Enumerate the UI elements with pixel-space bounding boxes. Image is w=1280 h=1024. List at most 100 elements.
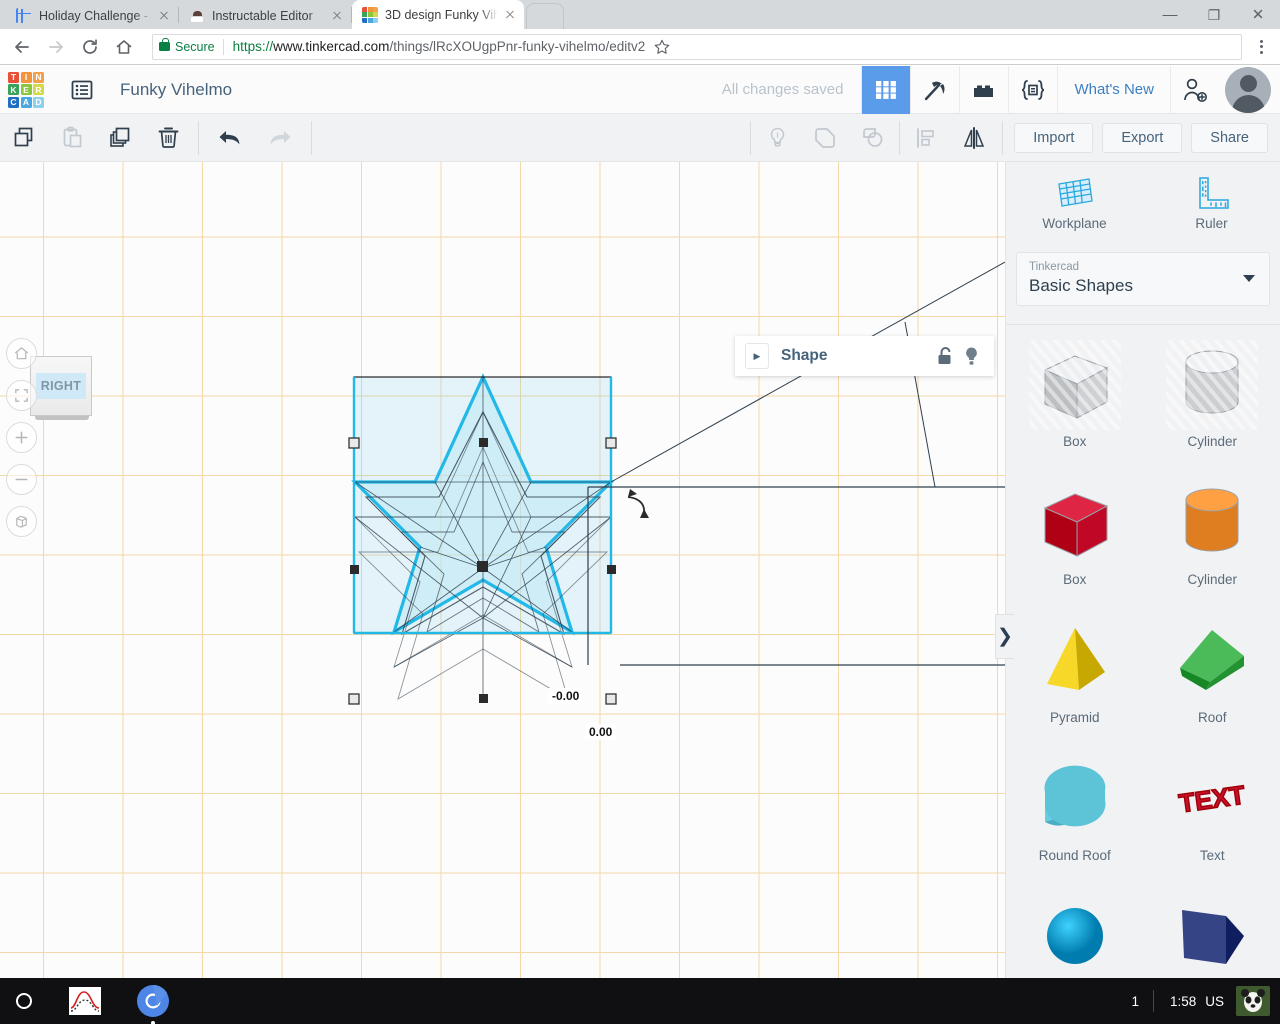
app-toolbar: Import Export Share [0, 114, 1280, 162]
align-button[interactable] [902, 114, 950, 162]
ruler-tool[interactable]: Ruler [1143, 162, 1280, 242]
star-model[interactable] [0, 162, 1005, 978]
export-button[interactable]: Export [1102, 122, 1183, 153]
wedge-art [1182, 909, 1245, 964]
tab-3d-design[interactable] [862, 65, 911, 114]
new-tab-button[interactable] [526, 3, 564, 29]
workplane-tool[interactable]: Workplane [1006, 162, 1143, 242]
design-canvas[interactable]: RIGHT ▶ Shape -0.00 0.00 [0, 162, 1005, 978]
roof-art [1180, 629, 1245, 690]
doc-icon [16, 7, 32, 24]
pyramid-art [1046, 627, 1105, 690]
close-icon[interactable] [329, 8, 345, 24]
redo-button [255, 114, 303, 162]
expand-arrow-icon[interactable]: ▶ [745, 343, 769, 369]
launcher-icon[interactable] [16, 993, 32, 1009]
address-bar[interactable]: Secure https://www.tinkercad.com/things/… [152, 33, 1242, 60]
import-button[interactable]: Import [1014, 122, 1094, 153]
add-user-icon[interactable] [1171, 66, 1219, 114]
minimize-icon[interactable]: — [1148, 0, 1192, 29]
solid-cylinder-icon [1166, 478, 1258, 568]
shape-item-label: Box [1063, 433, 1087, 449]
chrome-icon[interactable] [136, 984, 170, 1024]
home-view-icon[interactable] [6, 338, 37, 369]
home-icon[interactable] [110, 33, 138, 61]
tab-blocks[interactable] [960, 66, 1008, 114]
toolbar-divider [899, 120, 901, 155]
close-icon[interactable] [502, 7, 518, 23]
taskbar-status-area: 1 1:58 US [1117, 986, 1280, 1016]
avatar[interactable] [1225, 66, 1271, 113]
solid-cylinder-art [1185, 488, 1239, 551]
share-button[interactable]: Share [1191, 122, 1268, 153]
tab-title: 3D design Funky Vihelmo [385, 7, 498, 22]
duplicate-button[interactable] [96, 114, 144, 162]
chrome-menu-icon[interactable] [1250, 34, 1272, 60]
project-menu-button[interactable] [58, 66, 106, 114]
browser-tab-3[interactable]: 3D design Funky Vihelmo [352, 0, 524, 29]
input-method[interactable]: US [1205, 994, 1236, 1009]
logo-tile: C [8, 96, 19, 108]
panda-avatar[interactable] [1236, 986, 1270, 1016]
back-arrow-icon[interactable] [8, 33, 36, 61]
zoom-in-icon[interactable] [6, 422, 37, 453]
browser-tab-2[interactable]: Instructable Editor [179, 2, 351, 29]
delete-button[interactable] [144, 114, 192, 162]
shape-item-solid-cylinder[interactable]: Cylinder [1144, 463, 1280, 601]
ungroup-button[interactable] [849, 114, 897, 162]
whats-new-link[interactable]: What's New [1058, 81, 1170, 98]
shape-item-label: Box [1063, 571, 1087, 587]
clock[interactable]: 1:58 [1154, 994, 1205, 1009]
light-button[interactable] [753, 114, 801, 162]
bookmark-star-icon[interactable] [651, 36, 673, 58]
page-title[interactable]: Funky Vihelmo [120, 80, 232, 100]
view-cube[interactable]: RIGHT [30, 356, 92, 420]
tab-minecraft[interactable] [911, 66, 959, 114]
shape-inspector-panel[interactable]: ▶ Shape [735, 336, 994, 376]
close-icon[interactable] [156, 8, 172, 24]
shape-item-text[interactable]: TEXT Text [1144, 739, 1280, 877]
chevron-down-icon [1243, 275, 1255, 282]
shape-item-roof[interactable]: Roof [1144, 601, 1280, 739]
panel-collapse-button[interactable]: ❯ [995, 614, 1014, 659]
shape-item-sphere[interactable]: Sphere [1006, 877, 1144, 978]
url-path: /things/lRcXOUgpPnr-funky-vihelmo/editv2 [389, 39, 646, 54]
shape-panel-title: Shape [781, 347, 828, 364]
notification-count[interactable]: 1 [1117, 994, 1153, 1009]
undo-button[interactable] [207, 114, 255, 162]
group-button[interactable] [801, 114, 849, 162]
shape-item-hole-box[interactable]: Box [1006, 325, 1144, 463]
ortho-view-icon[interactable] [6, 506, 37, 537]
tab-codeblocks[interactable] [1009, 66, 1057, 114]
browser-tab-1[interactable]: Holiday Challenge - Mr. C [6, 2, 178, 29]
graph-app-icon[interactable] [68, 984, 102, 1018]
mirror-button[interactable] [950, 114, 998, 162]
lock-icon [159, 38, 170, 51]
lightbulb-icon[interactable] [958, 343, 984, 369]
maximize-icon[interactable]: ❐ [1192, 0, 1236, 29]
tinkercad-icon [362, 6, 378, 23]
shape-item-round-roof[interactable]: Round Roof [1006, 739, 1144, 877]
reload-icon[interactable] [76, 33, 104, 61]
unlock-icon[interactable] [932, 343, 958, 369]
shape-library-select[interactable]: Tinkercad Basic Shapes [1016, 252, 1270, 306]
ruler-icon [1198, 177, 1229, 209]
close-icon[interactable]: ✕ [1236, 0, 1280, 29]
shape-item-label: Pyramid [1049, 709, 1100, 725]
fit-view-icon[interactable] [6, 380, 37, 411]
roof-icon [1166, 616, 1258, 706]
shape-item-wedge[interactable]: Wedge [1144, 877, 1280, 978]
measurement-label: 0.00 [585, 724, 617, 740]
round-roof-art [1044, 765, 1106, 826]
tinkercad-logo[interactable]: TIN KER CAD [8, 71, 44, 108]
shape-item-pyramid[interactable]: Pyramid [1006, 601, 1144, 739]
toolbar-divider [311, 120, 312, 155]
toolbar-divider [1002, 120, 1004, 155]
copy-button[interactable] [0, 114, 48, 162]
zoom-out-icon[interactable] [6, 464, 37, 495]
shape-item-hole-cylinder[interactable]: Cylinder [1144, 325, 1280, 463]
tab-title: Instructable Editor [212, 8, 313, 23]
view-cube-label: RIGHT [35, 373, 87, 399]
shape-item-solid-box[interactable]: Box [1006, 463, 1144, 601]
app-header: TIN KER CAD Funky Vihelmo All changes save… [0, 65, 1280, 114]
